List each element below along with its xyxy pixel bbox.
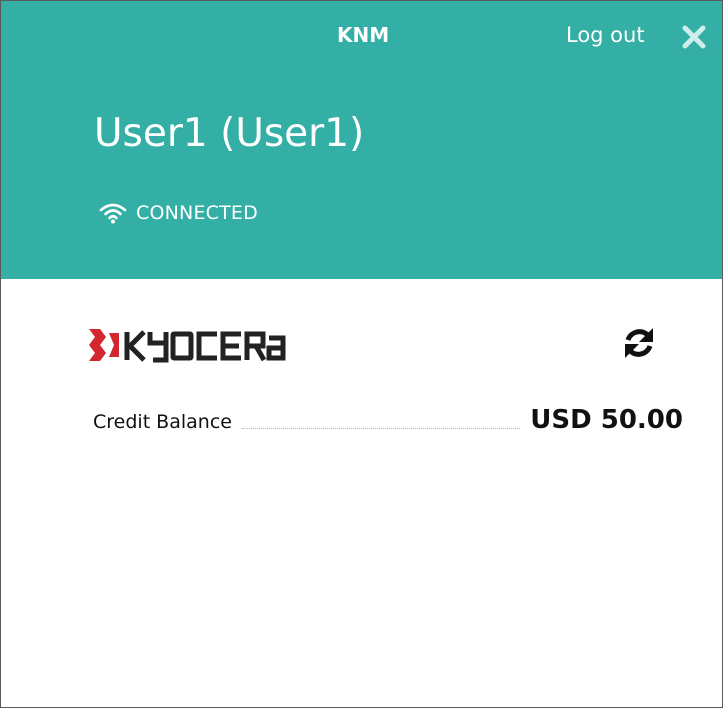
- kyocera-logo-mark: [89, 329, 119, 361]
- header-panel: KNM Log out User1 (User1) CONNECTED: [1, 1, 722, 279]
- credit-balance-label: Credit Balance: [93, 411, 232, 433]
- app-window: KNM Log out User1 (User1) CONNECTED Cred…: [0, 0, 723, 708]
- credit-balance-value: USD 50.00: [530, 405, 683, 435]
- connection-status-label: CONNECTED: [136, 202, 258, 224]
- logout-link[interactable]: Log out: [566, 21, 645, 49]
- refresh-icon: [625, 328, 653, 358]
- app-name: KNM: [337, 23, 390, 47]
- close-icon: [682, 25, 706, 49]
- close-button[interactable]: [677, 20, 711, 54]
- wifi-icon: [99, 203, 127, 224]
- credit-balance-row: Credit Balance USD 50.00: [93, 396, 683, 436]
- user-title: User1 (User1): [94, 111, 365, 156]
- kyocera-logo: [87, 323, 287, 367]
- dotted-leader: [241, 428, 521, 429]
- connection-status: CONNECTED: [98, 199, 258, 227]
- refresh-button[interactable]: [617, 321, 661, 365]
